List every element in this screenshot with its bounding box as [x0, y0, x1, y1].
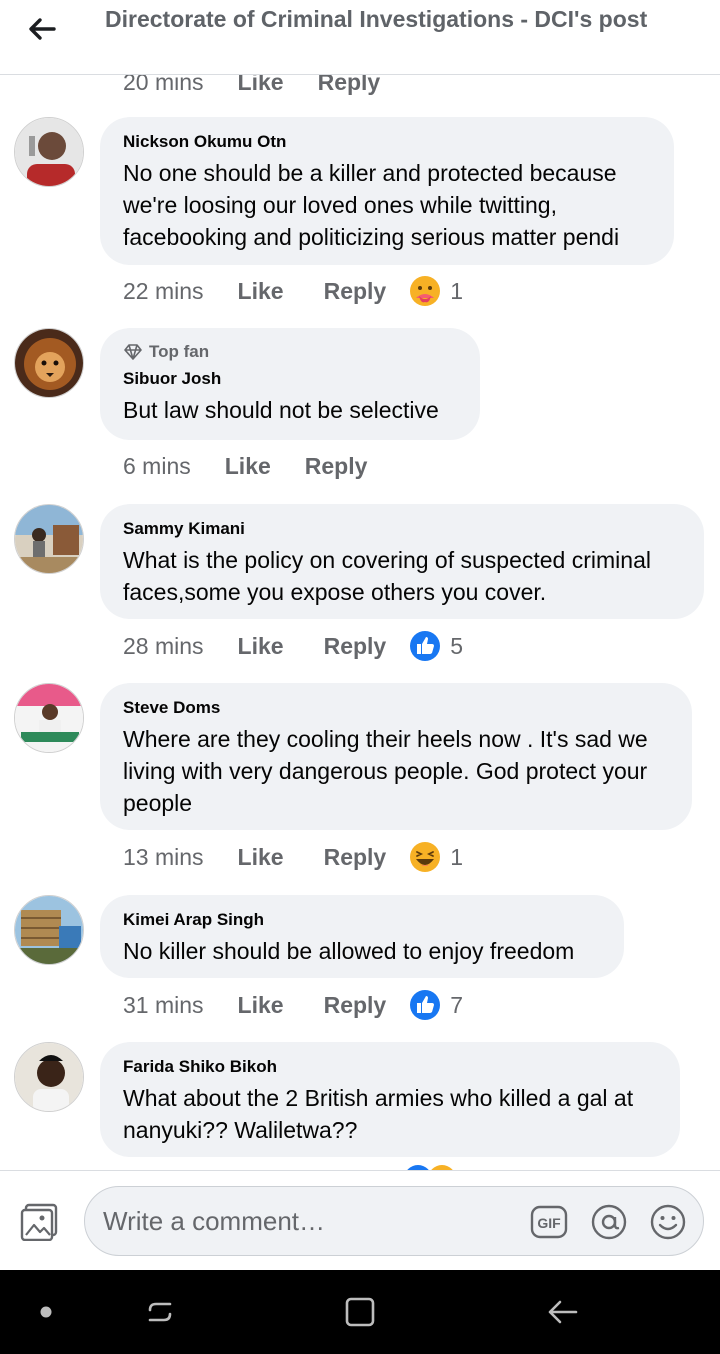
comment-author[interactable]: Sibuor Josh: [123, 368, 457, 390]
avatar-image: [15, 118, 83, 186]
reply-button[interactable]: Reply: [324, 633, 387, 660]
comments-feed[interactable]: 20 mins Like Reply Nickson Okumu Otn No …: [0, 75, 720, 1170]
avatar[interactable]: [14, 117, 84, 187]
haha-icon: [410, 842, 441, 872]
badge-label: Top fan: [149, 342, 210, 361]
avatar-image: [15, 684, 83, 752]
home-square-icon: [345, 1297, 375, 1327]
comment-actions: 28 mins Like Reply 5: [123, 629, 463, 663]
gif-icon: GIF: [530, 1205, 568, 1239]
comment-time: 22 mins: [123, 277, 204, 304]
like-button[interactable]: Like: [238, 75, 284, 96]
back-arrow-icon: [29, 18, 56, 40]
diamond-icon: [124, 344, 142, 360]
comment-actions-partial: 20 mins Like Reply: [123, 75, 380, 99]
back-icon: [548, 1300, 578, 1324]
gif-label: GIF: [537, 1215, 561, 1231]
comment-actions: 6 mins Like Reply: [123, 449, 367, 483]
like-button[interactable]: Like: [238, 992, 284, 1019]
comment-time: 28 mins: [123, 632, 204, 659]
avatar[interactable]: [14, 683, 84, 753]
comment-author[interactable]: Farida Shiko Bikoh: [123, 1056, 657, 1078]
reply-button[interactable]: Reply: [318, 75, 381, 96]
page-title: Directorate of Criminal Investigations -…: [105, 6, 648, 32]
reply-button[interactable]: Reply: [324, 278, 387, 305]
nav-dot-button[interactable]: [26, 1292, 66, 1332]
top-fan-badge: Top fan: [123, 342, 457, 362]
gif-button[interactable]: GIF: [530, 1203, 568, 1241]
reply-button[interactable]: Reply: [324, 992, 387, 1019]
comment-bubble[interactable]: Kimei Arap Singh No killer should be all…: [100, 895, 624, 978]
comment-bubble[interactable]: Sammy Kimani What is the policy on cover…: [100, 504, 704, 619]
comment-text: Where are they cooling their heels now .…: [123, 726, 648, 816]
reaction-summary[interactable]: 7: [408, 988, 463, 1022]
comment-author[interactable]: Steve Doms: [123, 697, 669, 719]
comment-time: 31 mins: [123, 991, 204, 1018]
at-sign-icon: [591, 1204, 627, 1240]
comment-time: 13 mins: [123, 843, 204, 870]
home-button[interactable]: [340, 1292, 380, 1332]
top-bar: Directorate of Criminal Investigations -…: [0, 0, 720, 75]
photo-button[interactable]: [20, 1203, 60, 1242]
comment-composer: GIF: [0, 1170, 720, 1270]
comment-input-wrapper: GIF: [84, 1186, 704, 1256]
avatar-image: [15, 1043, 83, 1111]
comment-input[interactable]: [103, 1187, 523, 1255]
avatar[interactable]: [14, 504, 84, 574]
like-button[interactable]: Like: [225, 453, 271, 480]
system-nav-bar: [0, 1270, 720, 1354]
comment-author[interactable]: Kimei Arap Singh: [123, 909, 601, 931]
like-icon: [410, 990, 441, 1020]
avatar-image: [15, 505, 83, 573]
reaction-summary[interactable]: 1: [408, 840, 463, 874]
comment-bubble[interactable]: Top fan Sibuor Josh But law should not b…: [100, 328, 480, 440]
reply-button[interactable]: Reply: [305, 453, 368, 480]
comment-author[interactable]: Sammy Kimani: [123, 518, 681, 540]
reaction-count: 5: [450, 632, 464, 659]
emoji-button[interactable]: [649, 1203, 687, 1241]
reaction-summary[interactable]: 1: [408, 274, 463, 308]
like-icon: [410, 631, 441, 661]
comment-time: 20 mins: [123, 75, 204, 95]
avatar[interactable]: [14, 895, 84, 965]
comment-bubble[interactable]: Steve Doms Where are they cooling their …: [100, 683, 692, 830]
comment-text: No one should be a killer and protected …: [123, 160, 620, 250]
like-button[interactable]: Like: [238, 278, 284, 305]
comment-text: No killer should be allowed to enjoy fre…: [123, 938, 575, 964]
comment-text: What is the policy on covering of suspec…: [123, 547, 651, 605]
comment-text: What about the 2 British armies who kill…: [123, 1085, 634, 1143]
like-button[interactable]: Like: [238, 633, 284, 660]
reaction-count: 7: [450, 991, 464, 1018]
reaction-summary[interactable]: 5: [408, 629, 463, 663]
reply-button[interactable]: Reply: [324, 844, 387, 871]
comment-text: But law should not be selective: [123, 397, 439, 423]
recents-button[interactable]: [140, 1292, 180, 1332]
smiley-icon: [650, 1204, 686, 1240]
recents-icon: [148, 1302, 172, 1322]
comment-actions: 31 mins Like Reply 7: [123, 988, 463, 1022]
care-icon: [410, 276, 441, 306]
comment-bubble[interactable]: Nickson Okumu Otn No one should be a kil…: [100, 117, 674, 265]
dot-icon: [40, 1306, 52, 1318]
reaction-count: 1: [450, 277, 464, 304]
avatar[interactable]: [14, 1042, 84, 1112]
comment-time: 6 mins: [123, 452, 191, 479]
reaction-count: 1: [450, 843, 464, 870]
back-button[interactable]: [20, 12, 64, 46]
comment-bubble[interactable]: Farida Shiko Bikoh What about the 2 Brit…: [100, 1042, 680, 1157]
mention-button[interactable]: [590, 1203, 628, 1241]
comment-actions: 22 mins Like Reply 1: [123, 274, 463, 308]
comment-author[interactable]: Nickson Okumu Otn: [123, 131, 651, 153]
like-button[interactable]: Like: [238, 844, 284, 871]
photo-icon: [20, 1203, 58, 1242]
comment-actions: 13 mins Like Reply 1: [123, 840, 463, 874]
avatar[interactable]: [14, 328, 84, 398]
avatar-image: [15, 896, 83, 964]
system-back-button[interactable]: [542, 1292, 582, 1332]
avatar-image: [15, 329, 83, 397]
